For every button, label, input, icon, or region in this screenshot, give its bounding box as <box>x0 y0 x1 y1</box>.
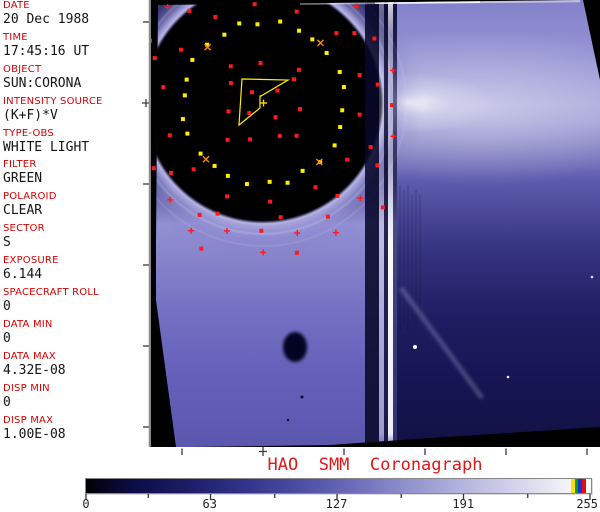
field-value: SUN:CORONA <box>3 75 82 91</box>
field-value: WHITE LIGHT <box>3 139 90 155</box>
field-value: 17:45:16 UT <box>3 43 90 59</box>
field-label: POLAROID <box>3 191 57 203</box>
metadata-row: DISP MIN 0 <box>0 383 150 415</box>
smm-coronagraph-viewer: { "metadata_panel": { "rows": [ {"label"… <box>0 0 600 512</box>
pylon-shadow <box>365 0 379 447</box>
metadata-row: POLAROID CLEAR <box>0 191 150 223</box>
star-speck <box>413 345 417 349</box>
field-value: 4.32E-08 <box>3 362 66 378</box>
field-label: DATE <box>3 0 30 11</box>
field-value: 1.00E-08 <box>3 426 66 442</box>
image-title: HAO SMM Coronagraph <box>267 455 483 475</box>
frame-border <box>150 0 151 447</box>
field-label: DATA MAX <box>3 350 56 362</box>
metadata-row: OBJECT SUN:CORONA <box>0 64 150 96</box>
field-label: SECTOR <box>3 223 45 235</box>
field-label: DISP MIN <box>3 382 50 394</box>
colorbar-tick-label: 63 <box>202 497 217 511</box>
field-value: 20 Dec 1988 <box>3 12 90 27</box>
dark-blob-artifact <box>283 332 307 362</box>
field-value: 6.144 <box>3 267 43 283</box>
field-value: CLEAR <box>3 203 43 219</box>
field-label: EXPOSURE <box>3 255 59 267</box>
field-label: DATA MIN <box>3 318 53 330</box>
field-value: 0 <box>3 299 11 315</box>
field-label: FILTER <box>3 159 37 171</box>
field-label: INTENSITY SOURCE <box>3 95 103 107</box>
left-axis-ticks <box>142 0 150 447</box>
star-speck <box>590 275 594 279</box>
metadata-row: DATE 20 Dec 1988 <box>0 0 150 32</box>
field-value: GREEN <box>3 171 43 187</box>
intensity-colorbar <box>85 478 592 494</box>
pylon-line-bright <box>388 0 393 447</box>
metadata-row: DISP MAX 1.00E-08 <box>0 415 150 447</box>
coronagraph-image <box>150 0 600 458</box>
field-label: OBJECT <box>3 63 42 75</box>
colorbar-tick-label: 255 <box>576 497 598 511</box>
metadata-row: SPACECRAFT ROLL 0 <box>0 287 150 319</box>
field-label: TYPE-OBS <box>3 127 54 139</box>
field-value: 0 <box>3 330 11 346</box>
dark-speck <box>300 395 304 399</box>
pylon-line-faint <box>379 0 384 447</box>
metadata-row: EXPOSURE 6.144 <box>0 255 150 287</box>
colorbar-tick-label: 191 <box>452 497 475 511</box>
metadata-row: SECTOR S <box>0 223 150 255</box>
photo-area <box>156 0 600 447</box>
colorbar-tick-label: 127 <box>325 497 348 511</box>
star-speck <box>506 375 510 379</box>
colorbar-marker-stripe <box>582 479 586 493</box>
metadata-row: FILTER GREEN <box>0 159 150 191</box>
field-label: SPACECRAFT ROLL <box>3 287 99 299</box>
metadata-row: TYPE-OBS WHITE LIGHT <box>0 128 150 160</box>
metadata-row: DATA MAX 4.32E-08 <box>0 351 150 383</box>
dark-speck <box>286 418 290 422</box>
field-label: TIME <box>3 31 28 43</box>
field-label: DISP MAX <box>3 414 54 426</box>
metadata-row: INTENSITY SOURCE (K+F)*V <box>0 96 150 128</box>
pylon-gap <box>384 0 388 447</box>
metadata-panel: DATE 20 Dec 1988 TIME 17:45:16 UT OBJECT SUN:… <box>0 0 150 458</box>
metadata-row: TIME 17:45:16 UT <box>0 32 150 64</box>
field-value: S <box>3 235 11 251</box>
pylon-gap <box>393 0 397 447</box>
colorbar-tick-label: 0 <box>82 497 90 511</box>
field-value: (K+F)*V <box>3 107 58 123</box>
metadata-row: DATA MIN 0 <box>0 319 150 351</box>
field-value: 0 <box>3 394 11 410</box>
